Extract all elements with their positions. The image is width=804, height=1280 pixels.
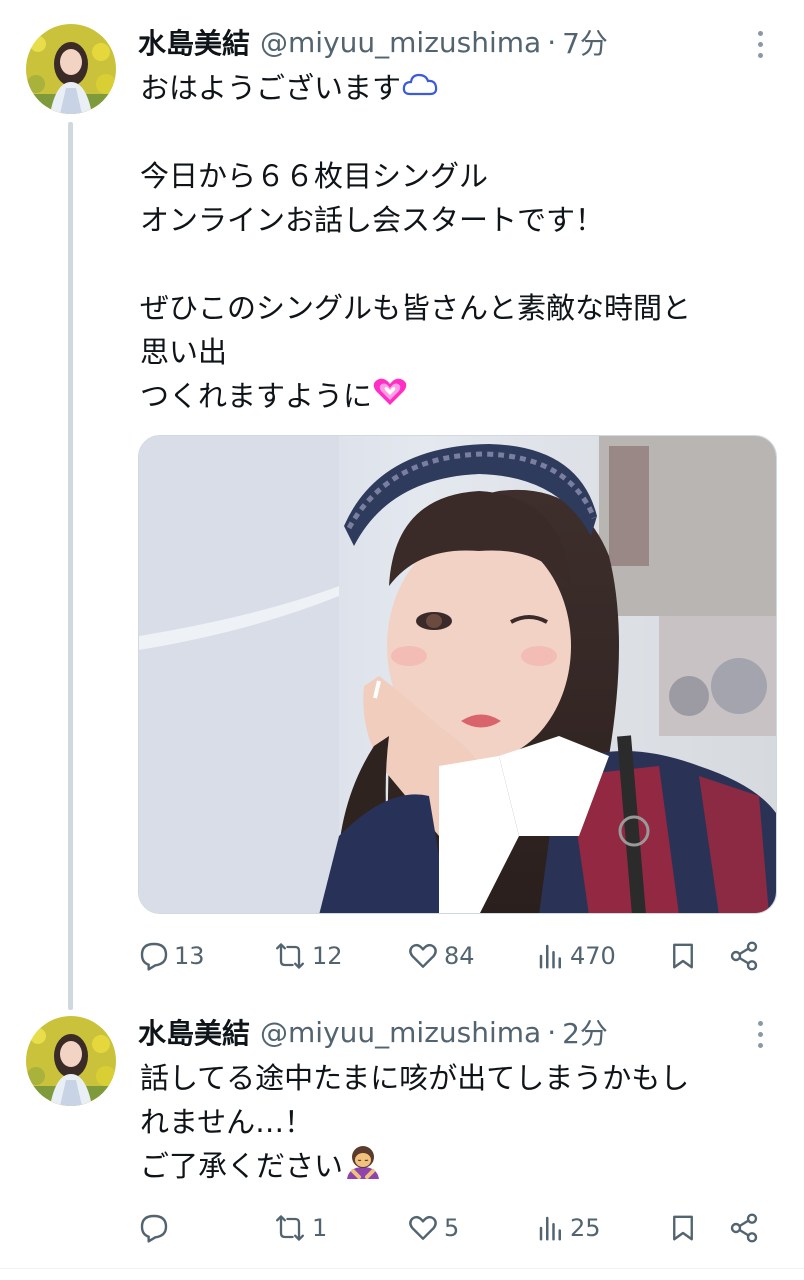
more-options-icon[interactable] [746, 1014, 774, 1054]
share-icon [728, 940, 760, 972]
reply-button[interactable] [138, 1206, 174, 1250]
handle[interactable]: @miyuu_mizushima [260, 1016, 541, 1049]
bookmark-icon [668, 1211, 698, 1245]
share-icon [728, 1212, 760, 1244]
tweet-text-line: おはようございます [140, 66, 770, 110]
tweet-actions: 1 5 25 [138, 1206, 768, 1250]
heart-outline-icon [406, 940, 440, 972]
views-count: 25 [570, 1214, 601, 1242]
retweet-icon [272, 1212, 308, 1244]
separator-dot: · [547, 25, 557, 59]
bookmark-button[interactable] [668, 1206, 698, 1250]
bookmark-button[interactable] [668, 934, 698, 978]
heart-outline-icon [406, 1212, 440, 1244]
avatar[interactable] [26, 1016, 116, 1106]
retweet-count: 1 [312, 1214, 328, 1242]
reply-button[interactable]: 13 [138, 934, 205, 978]
separator-dot: · [547, 1015, 557, 1049]
tweet-1[interactable]: 水島美結 @miyuu_mizushima · 7分 おはようございます 今日か… [0, 0, 804, 1000]
bottom-divider [0, 1268, 804, 1269]
share-button[interactable] [728, 934, 760, 978]
bar-chart-icon [536, 940, 566, 972]
tweet-actions: 13 12 84 470 [138, 934, 768, 978]
reply-icon [138, 1212, 170, 1244]
cloud-icon [401, 68, 439, 112]
tweet-photo[interactable] [138, 435, 777, 914]
timestamp[interactable]: 2分 [562, 1012, 608, 1052]
tweet-text: 話してる途中たまに咳が出てしまうかもし れません…！ ご了承ください [140, 1056, 770, 1188]
tweet-text-line: ぜひこのシングルも皆さんと素敵な時間と [140, 291, 692, 325]
retweet-count: 12 [312, 942, 343, 970]
heart-icon [372, 376, 408, 420]
retweet-button[interactable]: 1 [272, 1206, 327, 1250]
like-count: 5 [444, 1214, 460, 1242]
tweet-text-line: つくれますように [140, 374, 770, 418]
views-count: 470 [570, 942, 616, 970]
reply-icon [138, 940, 170, 972]
retweet-icon [272, 940, 308, 972]
like-button[interactable]: 84 [406, 934, 475, 978]
reply-count: 13 [174, 942, 205, 970]
retweet-button[interactable]: 12 [272, 934, 343, 978]
views-button[interactable]: 470 [536, 934, 616, 978]
like-button[interactable]: 5 [406, 1206, 459, 1250]
timestamp[interactable]: 7分 [562, 22, 608, 62]
share-button[interactable] [728, 1206, 760, 1250]
tweet-header: 水島美結 @miyuu_mizushima · 7分 [138, 22, 608, 62]
tweet-header: 水島美結 @miyuu_mizushima · 2分 [138, 1012, 608, 1052]
display-name[interactable]: 水島美結 [138, 22, 250, 62]
tweet-text: おはようございます 今日から６６枚目シングル オンラインお話し会スタートです！ … [140, 66, 770, 418]
bar-chart-icon [536, 1212, 566, 1244]
handle[interactable]: @miyuu_mizushima [260, 26, 541, 59]
tweet-text-line: 話してる途中たまに咳が出てしまうかもし [140, 1061, 690, 1095]
tweet-text-line: 思い出 [140, 335, 228, 369]
display-name[interactable]: 水島美結 [138, 1012, 250, 1052]
tweet-text-line: 今日から６６枚目シングル [140, 159, 489, 193]
tweet-text-line: れません…！ [140, 1105, 314, 1139]
avatar[interactable] [26, 24, 116, 114]
tweet-text-line: ご了承ください [140, 1144, 770, 1188]
views-button[interactable]: 25 [536, 1206, 601, 1250]
tweet-2[interactable]: 水島美結 @miyuu_mizushima · 2分 話してる途中たまに咳が出て… [0, 1000, 804, 1280]
tweet-text-line: オンラインお話し会スタートです！ [140, 203, 605, 237]
like-count: 84 [444, 942, 475, 970]
bowing-person-icon [343, 1145, 383, 1191]
more-options-icon[interactable] [746, 24, 774, 64]
bookmark-icon [668, 939, 698, 973]
